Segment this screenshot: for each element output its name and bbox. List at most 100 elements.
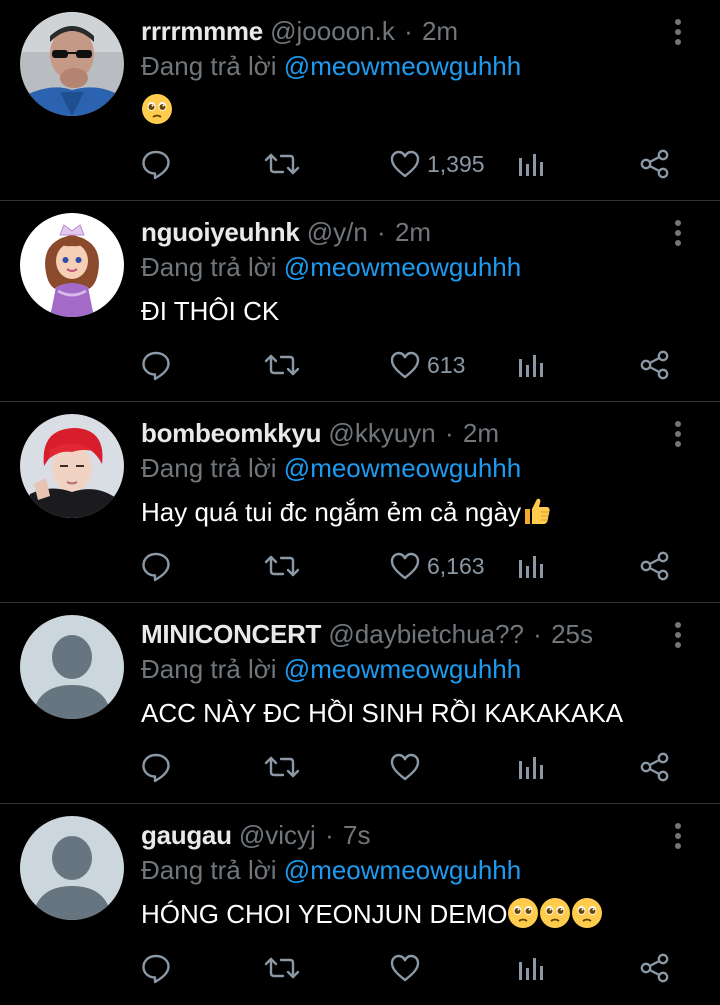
separator: ·	[444, 418, 454, 448]
username[interactable]: @joooon.k	[270, 16, 395, 46]
share-icon[interactable]	[639, 950, 671, 986]
like-count: 613	[427, 351, 466, 378]
like-count: 6,163	[427, 552, 485, 579]
avatar[interactable]	[20, 213, 124, 317]
timestamp[interactable]: 25s	[551, 619, 593, 649]
like-button[interactable]	[389, 950, 427, 986]
replying-to-link[interactable]: @meowmeowguhhh	[284, 855, 521, 885]
views-icon[interactable]	[517, 950, 545, 986]
tweet-text-body: Hay quá tui đc ngắm ẻm cả ngày	[141, 497, 522, 527]
separator: ·	[325, 820, 334, 850]
tweet-header: rrrrmmme @joooon.k · 2m	[141, 14, 458, 48]
reply-icon[interactable]	[140, 548, 172, 584]
timestamp[interactable]: 2m	[422, 16, 458, 46]
replying-to-link[interactable]: @meowmeowguhhh	[284, 51, 521, 81]
username[interactable]: @y/n	[307, 217, 368, 247]
tweet-actions: 613	[0, 347, 720, 383]
reply-tweet[interactable]: bombeomkkyu @kkyuyn · 2m Đang trả lời @m…	[0, 402, 720, 603]
like-count: 1,395	[427, 150, 485, 177]
display-name[interactable]: rrrrmmme	[141, 16, 263, 46]
pleading-face-emoji	[141, 93, 173, 134]
separator: ·	[377, 217, 386, 247]
more-icon[interactable]	[664, 617, 692, 653]
reply-tweet[interactable]: rrrrmmme @joooon.k · 2m Đang trả lời @me…	[0, 0, 720, 201]
share-icon[interactable]	[639, 548, 671, 584]
more-icon[interactable]	[664, 818, 692, 854]
tweet-header: nguoiyeuhnk @y/n · 2m	[141, 215, 431, 249]
tweet-text-body: HÓNG CHOI YEONJUN DEMO	[141, 899, 508, 929]
views-icon[interactable]	[517, 749, 545, 785]
avatar[interactable]	[20, 816, 124, 920]
retweet-icon[interactable]	[264, 548, 300, 584]
reply-feed: rrrrmmme @joooon.k · 2m Đang trả lời @me…	[0, 0, 720, 1005]
tweet-actions: 6,163	[0, 548, 720, 584]
share-icon[interactable]	[639, 749, 671, 785]
timestamp[interactable]: 2m	[395, 217, 431, 247]
more-icon[interactable]	[664, 215, 692, 251]
replying-to: Đang trả lời @meowmeowguhhh	[141, 853, 521, 887]
retweet-icon[interactable]	[264, 950, 300, 986]
like-icon	[389, 550, 421, 582]
replying-to-link[interactable]: @meowmeowguhhh	[284, 654, 521, 684]
replying-to-link[interactable]: @meowmeowguhhh	[284, 252, 521, 282]
views-icon[interactable]	[517, 146, 545, 182]
replying-to: Đang trả lời @meowmeowguhhh	[141, 451, 521, 485]
reply-tweet[interactable]: gaugau @vicyj · 7s Đang trả lời @meowmeo…	[0, 804, 720, 1005]
replying-to-label: Đang trả lời	[141, 453, 277, 483]
retweet-icon[interactable]	[264, 347, 300, 383]
like-icon	[389, 751, 421, 783]
tweet-header: gaugau @vicyj · 7s	[141, 818, 370, 852]
replying-to-label: Đang trả lời	[141, 51, 277, 81]
share-icon[interactable]	[639, 347, 671, 383]
reply-icon[interactable]	[140, 347, 172, 383]
avatar[interactable]	[20, 12, 124, 116]
tweet-header: MINICONCERT @daybietchua?? · 25s	[141, 617, 593, 651]
reply-tweet[interactable]: nguoiyeuhnk @y/n · 2m Đang trả lời @meow…	[0, 201, 720, 402]
views-icon[interactable]	[517, 548, 545, 584]
like-button[interactable]: 6,163	[389, 548, 485, 584]
retweet-icon[interactable]	[264, 146, 300, 182]
display-name[interactable]: MINICONCERT	[141, 619, 321, 649]
pleading-face-emoji	[571, 897, 603, 938]
timestamp[interactable]: 7s	[343, 820, 370, 850]
replying-to-link[interactable]: @meowmeowguhhh	[284, 453, 521, 483]
reply-tweet[interactable]: MINICONCERT @daybietchua?? · 25s Đang tr…	[0, 603, 720, 804]
tweet-text: Hay quá tui đc ngắm ẻm cả ngày	[141, 494, 553, 536]
display-name[interactable]: gaugau	[141, 820, 232, 850]
replying-to: Đang trả lời @meowmeowguhhh	[141, 250, 521, 284]
display-name[interactable]: bombeomkkyu	[141, 418, 321, 448]
tweet-text	[141, 92, 173, 134]
tweet-text: ĐI THÔI CK	[141, 293, 279, 329]
more-icon[interactable]	[664, 416, 692, 452]
retweet-icon[interactable]	[264, 749, 300, 785]
username[interactable]: @kkyuyn	[328, 418, 435, 448]
username[interactable]: @daybietchua??	[328, 619, 524, 649]
like-icon	[389, 952, 421, 984]
avatar[interactable]	[20, 414, 124, 518]
reply-icon[interactable]	[140, 950, 172, 986]
tweet-actions	[0, 749, 720, 785]
like-button[interactable]	[389, 749, 427, 785]
reply-icon[interactable]	[140, 749, 172, 785]
username[interactable]: @vicyj	[239, 820, 316, 850]
like-button[interactable]: 1,395	[389, 146, 485, 182]
pleading-face-emoji	[507, 897, 539, 938]
thumbs-up-emoji	[521, 495, 553, 536]
tweet-header: bombeomkkyu @kkyuyn · 2m	[141, 416, 499, 450]
tweet-text: HÓNG CHOI YEONJUN DEMO	[141, 896, 603, 938]
views-icon[interactable]	[517, 347, 545, 383]
timestamp[interactable]: 2m	[463, 418, 499, 448]
tweet-text-body: ĐI THÔI CK	[141, 296, 280, 326]
reply-icon[interactable]	[140, 146, 172, 182]
like-icon	[389, 148, 421, 180]
separator: ·	[533, 619, 542, 649]
display-name[interactable]: nguoiyeuhnk	[141, 217, 300, 247]
replying-to-label: Đang trả lời	[141, 252, 277, 282]
replying-to: Đang trả lời @meowmeowguhhh	[141, 49, 521, 83]
tweet-text: ACC NÀY ĐC HỒI SINH RỒI KAKAKAKA	[141, 695, 623, 731]
share-icon[interactable]	[639, 146, 671, 182]
avatar[interactable]	[20, 615, 124, 719]
like-button[interactable]: 613	[389, 347, 465, 383]
more-icon[interactable]	[664, 14, 692, 50]
tweet-actions	[0, 950, 720, 986]
